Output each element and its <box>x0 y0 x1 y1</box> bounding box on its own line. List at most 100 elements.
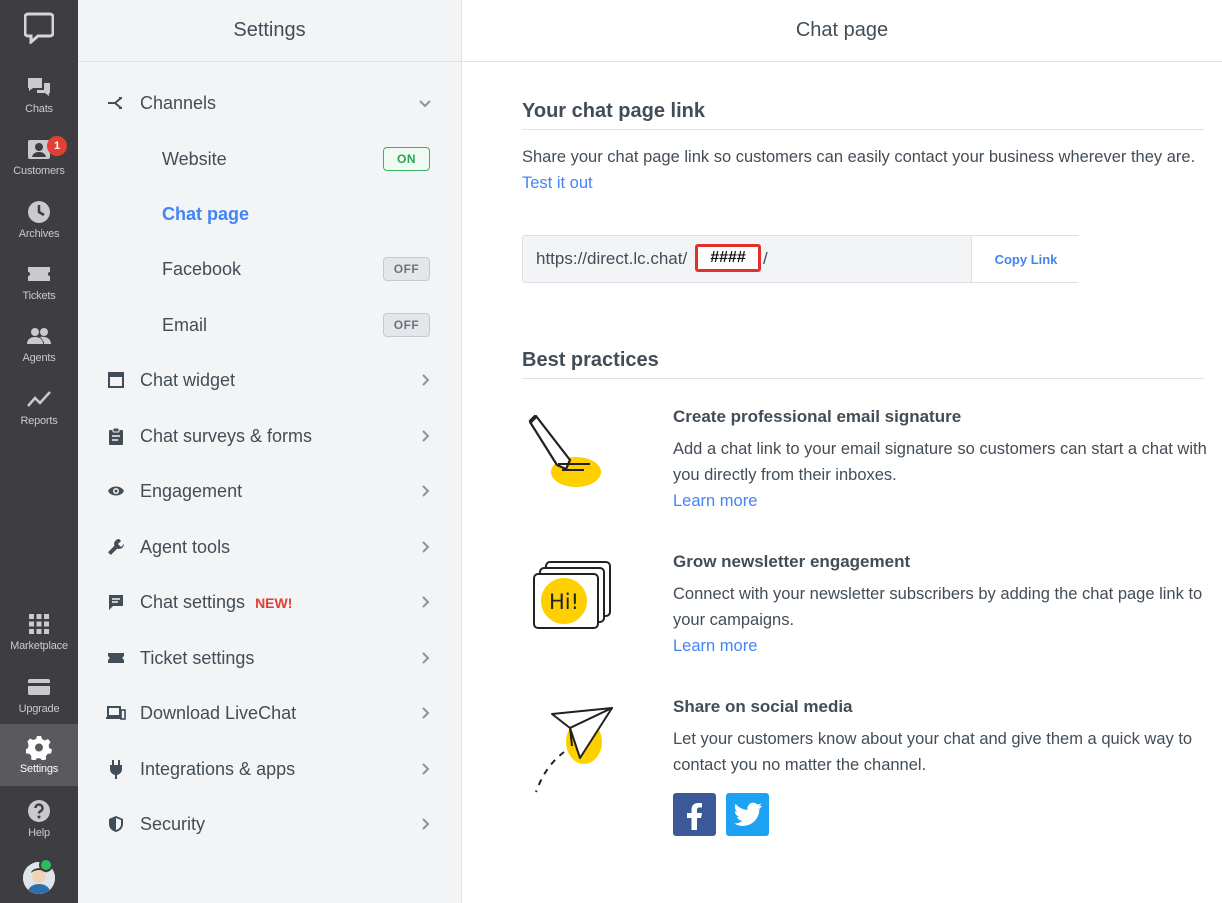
sidebar-item-label: Facebook <box>162 258 242 279</box>
chevron-right-icon <box>422 541 430 553</box>
description-text: Share your chat page link so customers c… <box>522 148 1196 166</box>
chat-settings-label: Chat settings <box>140 591 246 612</box>
tickets-icon <box>28 267 50 281</box>
pencil-signature-icon <box>524 408 620 504</box>
archives-icon <box>28 201 50 223</box>
chevron-down-icon <box>419 100 431 108</box>
practice-title: Share on social media <box>673 697 853 716</box>
facebook-share-button[interactable] <box>673 793 716 836</box>
copy-link-button[interactable]: Copy Link <box>971 236 1080 282</box>
rail-archives[interactable]: Archives <box>0 189 78 249</box>
chevron-right-icon <box>422 707 430 719</box>
sidebar-item-label: Email <box>162 314 208 335</box>
rail-customers[interactable]: Customers <box>0 126 78 186</box>
rail-label: Upgrade <box>18 703 60 715</box>
practice-title: Grow newsletter engagement <box>673 552 911 571</box>
sidebar-item-ticket-settings[interactable]: Ticket settings <box>78 636 462 680</box>
rail-marketplace[interactable]: Marketplace <box>0 601 78 661</box>
online-status-dot <box>39 858 53 872</box>
chats-icon <box>28 78 50 96</box>
learn-more-link[interactable]: Learn more <box>673 637 757 655</box>
rail-label: Customers <box>13 165 65 177</box>
chat-link-description: Share your chat page link so customers c… <box>522 144 1212 196</box>
chat-page-url-field[interactable]: https://direct.lc.chat/ #### / Copy Link <box>522 235 1080 283</box>
hi-text: Hi! <box>549 590 579 614</box>
facebook-icon <box>686 802 702 830</box>
rail-help[interactable]: Help <box>0 788 78 848</box>
sidebar-item-facebook[interactable]: Facebook OFF <box>78 247 462 291</box>
sidebar-item-chat-settings[interactable]: Chat settings NEW! <box>78 580 462 624</box>
facebook-status-toggle[interactable]: OFF <box>383 257 430 281</box>
email-status-toggle[interactable]: OFF <box>383 313 430 337</box>
rail-label: Agents <box>22 352 56 364</box>
sidebar-item-label: Chat surveys & forms <box>140 425 313 446</box>
sidebar-item-security[interactable]: Security <box>78 802 462 846</box>
rail-settings[interactable]: Settings <box>0 724 78 786</box>
new-feature-tag: NEW! <box>255 594 293 611</box>
rail-label: Chats <box>25 103 53 115</box>
sidebar-item-email[interactable]: Email OFF <box>78 303 462 347</box>
twitter-share-button[interactable] <box>726 793 769 836</box>
section-divider <box>522 378 1204 379</box>
shield-icon <box>106 814 126 834</box>
rail-tickets[interactable]: Tickets <box>0 251 78 311</box>
rail-label: Marketplace <box>10 640 68 652</box>
website-status-toggle[interactable]: ON <box>383 147 430 171</box>
practice-text: Let your customers know about your chat … <box>673 730 1193 774</box>
sidebar-item-label: Security <box>140 813 206 834</box>
settings-icon <box>26 736 52 760</box>
practice-description: Let your customers know about your chat … <box>673 726 1213 778</box>
ticket-icon <box>106 648 126 668</box>
sidebar-item-label: Chat settings NEW! <box>140 592 292 613</box>
customers-count-badge: 1 <box>47 136 67 156</box>
chat-bubble-icon <box>106 592 126 612</box>
best-practices-title: Best practices <box>522 349 659 371</box>
sidebar-item-label: Chat widget <box>140 369 236 390</box>
sidebar-item-chat-page[interactable]: Chat page <box>78 192 462 236</box>
sidebar-item-label: Ticket settings <box>140 647 255 668</box>
sidebar-item-integrations[interactable]: Integrations & apps <box>78 747 462 791</box>
sidebar-item-channels[interactable]: Channels <box>78 81 462 125</box>
wrench-icon <box>106 537 126 557</box>
chevron-right-icon <box>422 652 430 664</box>
chevron-right-icon <box>422 818 430 830</box>
practice-text: Connect with your newsletter subscribers… <box>673 585 1203 629</box>
chevron-right-icon <box>422 430 430 442</box>
chevron-right-icon <box>422 374 430 386</box>
rail-reports[interactable]: Reports <box>0 376 78 436</box>
reports-icon <box>27 391 51 407</box>
practice-description: Add a chat link to your email signature … <box>673 436 1213 514</box>
sidebar-item-download-livechat[interactable]: Download LiveChat <box>78 691 462 735</box>
url-suffix: / <box>763 249 768 268</box>
rail-chats[interactable]: Chats <box>0 64 78 124</box>
sidebar-item-engagement[interactable]: Engagement <box>78 469 462 513</box>
sidebar-item-label: Download LiveChat <box>140 702 297 723</box>
rail-agents[interactable]: Agents <box>0 313 78 373</box>
sidebar-item-label: Chat page <box>162 203 250 224</box>
channels-icon <box>106 93 126 113</box>
sidebar-item-chat-surveys[interactable]: Chat surveys & forms <box>78 414 462 458</box>
page-title: Chat page <box>462 0 1222 62</box>
rail-label: Help <box>28 827 50 839</box>
sidebar-item-label: Integrations & apps <box>140 758 296 779</box>
livechat-logo-icon[interactable] <box>0 12 78 52</box>
url-prefix: https://direct.lc.chat/ <box>536 249 688 268</box>
learn-more-link[interactable]: Learn more <box>673 492 757 510</box>
sidebar-item-label: Engagement <box>140 480 243 501</box>
rail-label: Settings <box>19 763 59 775</box>
practice-title: Create professional email signature <box>673 407 962 426</box>
hi-letters-icon: Hi! <box>524 556 620 652</box>
sidebar-item-agent-tools[interactable]: Agent tools <box>78 525 462 569</box>
rail-label: Reports <box>20 415 58 427</box>
practice-description: Connect with your newsletter subscribers… <box>673 581 1213 659</box>
rail-label: Archives <box>18 228 60 240</box>
rail-upgrade[interactable]: Upgrade <box>0 664 78 724</box>
test-it-out-link[interactable]: Test it out <box>522 174 593 192</box>
devices-icon <box>106 703 126 723</box>
redacted-license-id: #### <box>695 244 761 272</box>
paper-plane-icon <box>524 700 620 796</box>
sidebar-item-chat-widget[interactable]: Chat widget <box>78 358 462 402</box>
rail-label: Tickets <box>22 290 56 302</box>
practice-text: Add a chat link to your email signature … <box>673 440 1207 484</box>
sidebar-item-website[interactable]: Website ON <box>78 137 462 181</box>
